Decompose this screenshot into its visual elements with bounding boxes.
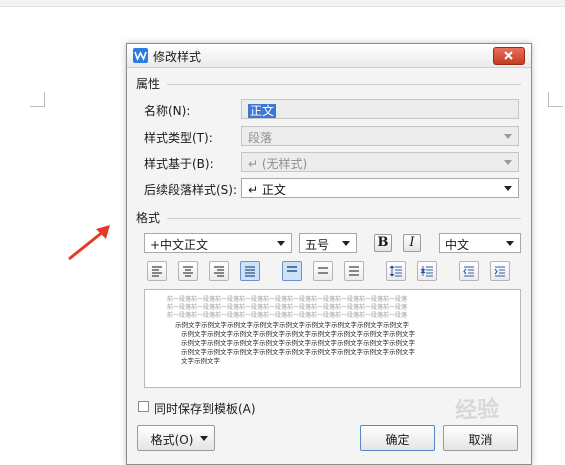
properties-section-label: 属性 [136,77,161,91]
increase-indent-icon [494,266,505,277]
close-button[interactable] [493,47,525,65]
preview-prev-paragraph: 前一段落前一段落前一段落前一段落前一段落前一段落前一段落前一段落前一段落前一段落 [167,304,408,311]
ok-button[interactable]: 确定 [360,425,435,451]
single-spacing-button[interactable] [282,261,302,281]
preview-sample-line: 示例文字示例文字示例文字示例文字示例文字示例文字示例文字示例文字示例文字 [181,348,415,356]
save-to-template-checkbox[interactable] [138,401,149,412]
preview-sample-line: 示例文字示例文字示例文字示例文字示例文字示例文字示例文字示例文字示例文字 [181,339,415,347]
double-spacing-icon [349,266,359,276]
single-spacing-icon [287,266,297,272]
chevron-down-icon [504,186,512,191]
chevron-down-icon [504,160,512,165]
increase-spacing-icon [389,265,402,277]
format-section-label: 格式 [136,211,161,225]
red-arrow-annotation [68,225,110,261]
style-type-select[interactable]: 段落 [241,126,519,146]
font-value: +中文正文 [150,238,209,252]
one-half-spacing-button[interactable] [313,261,333,281]
align-right-button[interactable] [209,261,229,281]
decrease-spacing-button[interactable] [417,261,437,281]
ok-button-label: 确定 [385,433,410,447]
next-style-value: ↵ 正文 [248,183,286,197]
preview-prev-paragraph: 前一段落前一段落前一段落前一段落前一段落前一段落前一段落前一段落前一段落前一段落 [167,296,408,303]
chevron-down-icon [506,241,514,246]
based-on-label: 样式基于(B): [144,157,214,171]
align-right-icon [214,266,224,277]
justify-button[interactable] [240,261,260,281]
save-to-template-label: 同时保存到模板(A) [154,402,256,416]
align-left-icon [152,266,162,277]
page-corner-mark-right [548,92,563,107]
align-left-button[interactable] [147,261,167,281]
wps-writer-icon [133,48,148,63]
document-top-edge [0,0,565,7]
chevron-down-icon [277,241,285,246]
dialog-title: 修改样式 [153,50,202,64]
style-type-value: 段落 [248,131,273,145]
font-size-select[interactable]: 五号 [299,233,357,253]
increase-spacing-button[interactable] [386,261,406,281]
chevron-down-icon [504,134,512,139]
preview-sample-line: 文字示例文字 [181,357,220,365]
increase-indent-button[interactable] [490,261,510,281]
script-select[interactable]: 中文 [439,233,521,253]
style-preview-pane: 前一段落前一段落前一段落前一段落前一段落前一段落前一段落前一段落前一段落前一段落… [144,289,521,388]
chevron-down-icon [342,241,350,246]
decrease-indent-button[interactable] [459,261,479,281]
chevron-down-icon [200,436,208,441]
preview-prev-paragraph: 前一段落前一段落前一段落前一段落前一段落前一段落前一段落前一段落前一段落前一段落 [167,312,408,319]
align-justify-icon [245,266,255,277]
based-on-value: ↵ (无样式) [248,157,308,171]
style-name-input[interactable]: 正文 [241,99,519,119]
based-on-select[interactable]: ↵ (无样式) [241,152,519,172]
close-icon [504,51,513,60]
font-select[interactable]: +中文正文 [144,233,292,253]
cancel-button[interactable]: 取消 [443,425,518,451]
style-name-value: 正文 [248,104,277,118]
one-half-spacing-icon [318,267,328,274]
next-style-select[interactable]: ↵ 正文 [241,178,519,198]
preview-sample-line: 示例文字示例文字示例文字示例文字示例文字示例文字示例文字示例文字示例文字 [181,330,415,338]
font-size-value: 五号 [305,238,330,252]
format-button-label: 格式(O) [150,433,194,447]
align-center-button[interactable] [178,261,198,281]
decrease-indent-icon [463,266,474,277]
format-menu-button[interactable]: 格式(O) [137,425,215,451]
preview-sample-line: 示例文字示例文字示例文字示例文字示例文字示例文字示例文字示例文字示例文字 [175,321,409,329]
cancel-button-label: 取消 [468,433,493,447]
next-style-label: 后续段落样式(S): [144,183,238,197]
bold-button[interactable]: B [374,234,392,252]
dialog-titlebar: 修改样式 [127,44,531,68]
properties-divider [167,84,521,85]
script-value: 中文 [445,238,470,252]
double-spacing-button[interactable] [344,261,364,281]
style-type-label: 样式类型(T): [144,131,213,145]
decrease-spacing-icon [420,266,433,277]
watermark: 经验 [454,397,500,424]
name-label: 名称(N): [144,104,191,118]
italic-button[interactable]: I [403,234,421,252]
format-divider [167,218,521,219]
page-corner-mark-left [30,92,45,107]
align-center-icon [183,266,193,277]
